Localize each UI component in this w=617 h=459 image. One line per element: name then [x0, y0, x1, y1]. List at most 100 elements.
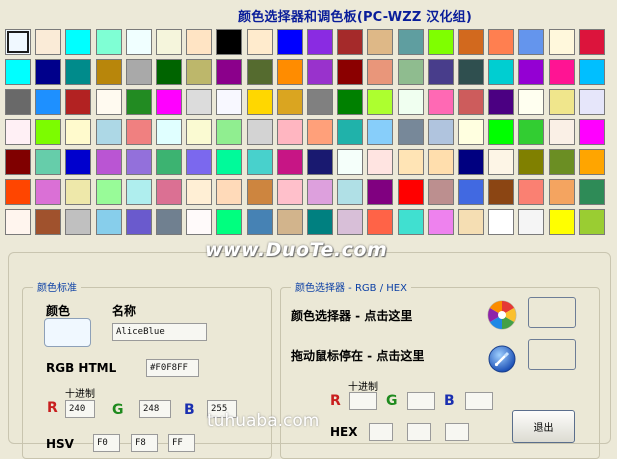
color-swatch[interactable] [548, 119, 575, 145]
color-swatch[interactable] [367, 119, 394, 145]
color-swatch[interactable] [307, 149, 333, 175]
color-swatch[interactable] [427, 149, 454, 175]
color-swatch[interactable] [578, 59, 605, 85]
g-decimal-field[interactable]: 248 [139, 400, 171, 418]
color-swatch[interactable] [276, 209, 303, 235]
color-swatch[interactable] [125, 179, 152, 205]
color-swatch[interactable] [337, 29, 364, 55]
color-swatch[interactable] [397, 209, 424, 235]
color-swatch[interactable] [427, 29, 454, 55]
color-swatch[interactable] [156, 209, 182, 235]
color-swatch[interactable] [548, 209, 575, 235]
color-swatch[interactable] [35, 29, 62, 55]
eyedropper-icon[interactable] [486, 343, 518, 375]
color-swatch[interactable] [186, 119, 213, 145]
name-field[interactable]: AliceBlue [112, 323, 207, 341]
color-swatch[interactable] [186, 59, 213, 85]
s-field[interactable]: F8 [131, 434, 158, 452]
color-swatch[interactable] [427, 119, 454, 145]
color-swatch[interactable] [427, 59, 454, 85]
color-swatch[interactable] [397, 59, 424, 85]
color-swatch[interactable] [548, 89, 575, 115]
picker-result-box[interactable] [528, 297, 576, 328]
color-swatch[interactable] [5, 29, 31, 55]
color-swatch[interactable] [488, 29, 515, 55]
color-swatch[interactable] [548, 29, 575, 55]
color-swatch[interactable] [5, 119, 31, 145]
color-swatch[interactable] [397, 149, 424, 175]
color-swatch[interactable] [156, 119, 182, 145]
color-swatch[interactable] [216, 209, 243, 235]
color-swatch[interactable] [458, 89, 484, 115]
color-swatch[interactable] [125, 89, 152, 115]
color-swatch[interactable] [397, 29, 424, 55]
color-swatch[interactable] [458, 119, 484, 145]
color-swatch[interactable] [125, 29, 152, 55]
color-swatch[interactable] [518, 89, 545, 115]
color-swatch[interactable] [307, 179, 333, 205]
color-swatch[interactable] [95, 59, 122, 85]
color-swatch[interactable] [518, 59, 545, 85]
color-swatch[interactable] [488, 149, 515, 175]
color-swatch[interactable] [5, 59, 31, 85]
color-swatch[interactable] [65, 119, 92, 145]
exit-button[interactable]: 退出 [512, 410, 575, 443]
color-swatch[interactable] [367, 149, 394, 175]
color-swatch[interactable] [186, 149, 213, 175]
color-swatch[interactable] [216, 179, 243, 205]
color-swatch[interactable] [246, 119, 273, 145]
color-swatch[interactable] [246, 209, 273, 235]
color-swatch[interactable] [548, 59, 575, 85]
color-swatch[interactable] [276, 89, 303, 115]
color-swatch[interactable] [548, 149, 575, 175]
color-swatch[interactable] [578, 89, 605, 115]
color-swatch[interactable] [186, 209, 213, 235]
color-swatch[interactable] [276, 149, 303, 175]
r-decimal-field[interactable]: 240 [65, 400, 95, 418]
color-swatch[interactable] [578, 179, 605, 205]
color-swatch[interactable] [337, 209, 364, 235]
picker-r-field[interactable] [349, 392, 377, 410]
color-swatch[interactable] [307, 209, 333, 235]
color-swatch[interactable] [35, 89, 62, 115]
color-swatch[interactable] [65, 29, 92, 55]
color-swatch[interactable] [488, 209, 515, 235]
color-swatch[interactable] [246, 179, 273, 205]
color-swatch[interactable] [216, 29, 243, 55]
color-swatch[interactable] [125, 209, 152, 235]
color-swatch[interactable] [186, 29, 213, 55]
color-swatch[interactable] [397, 179, 424, 205]
picker-g-field[interactable] [407, 392, 435, 410]
color-swatch[interactable] [246, 89, 273, 115]
color-swatch[interactable] [337, 119, 364, 145]
color-swatch[interactable] [65, 179, 92, 205]
color-swatch[interactable] [125, 119, 152, 145]
color-swatch[interactable] [458, 149, 484, 175]
color-swatch[interactable] [276, 59, 303, 85]
color-swatch[interactable] [216, 119, 243, 145]
color-swatch[interactable] [307, 59, 333, 85]
drag-result-box[interactable] [528, 339, 576, 370]
color-swatch[interactable] [156, 179, 182, 205]
color-swatch[interactable] [95, 209, 122, 235]
h-field[interactable]: F0 [93, 434, 120, 452]
color-swatch[interactable] [337, 179, 364, 205]
color-swatch[interactable] [337, 59, 364, 85]
color-swatch[interactable] [276, 179, 303, 205]
color-swatch[interactable] [216, 149, 243, 175]
color-swatch[interactable] [488, 179, 515, 205]
color-swatch[interactable] [578, 29, 605, 55]
color-swatch[interactable] [367, 29, 394, 55]
color-swatch[interactable] [95, 89, 122, 115]
color-swatch[interactable] [337, 149, 364, 175]
color-swatch[interactable] [337, 89, 364, 115]
color-swatch[interactable] [458, 179, 484, 205]
color-swatch[interactable] [65, 209, 92, 235]
color-swatch[interactable] [518, 119, 545, 145]
color-swatch[interactable] [156, 59, 182, 85]
color-swatch[interactable] [95, 119, 122, 145]
hex-field-3[interactable] [445, 423, 469, 441]
color-swatch[interactable] [427, 209, 454, 235]
color-swatch[interactable] [5, 89, 31, 115]
color-swatch[interactable] [95, 29, 122, 55]
